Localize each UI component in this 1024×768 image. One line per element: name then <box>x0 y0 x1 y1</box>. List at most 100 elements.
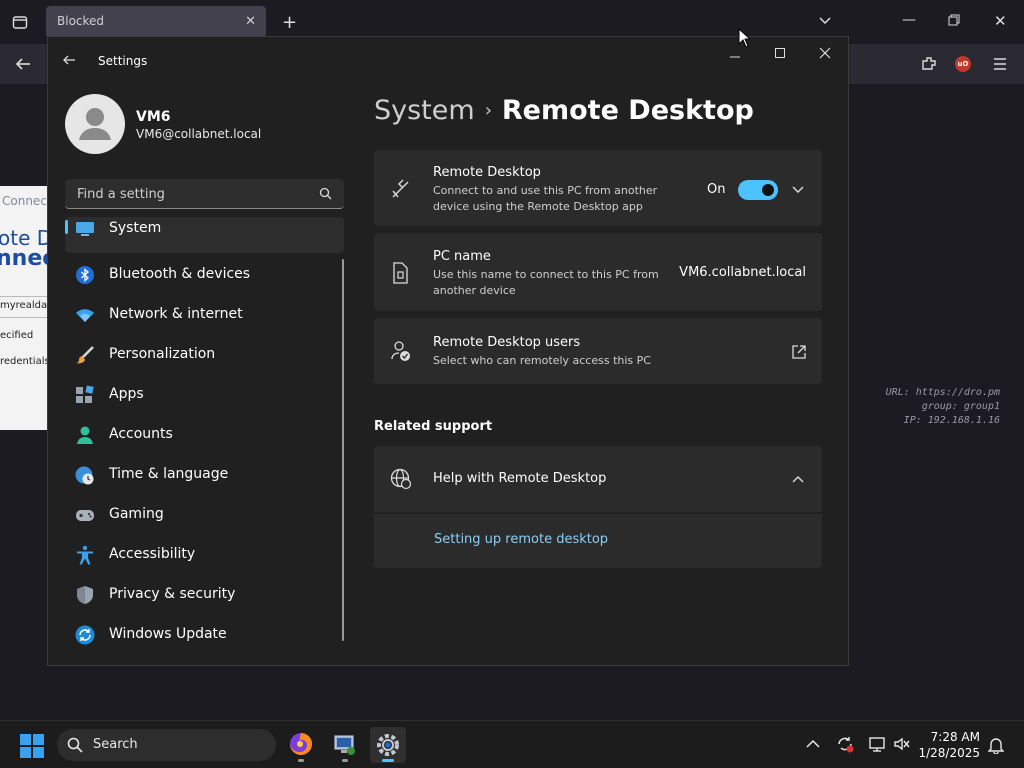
taskbar: Search 7:28 AM 1/28/2025 <box>0 720 1024 768</box>
chevron-down-icon[interactable] <box>792 184 804 196</box>
user-name: VM6 <box>136 109 171 125</box>
new-tab-icon[interactable]: + <box>282 12 297 33</box>
maximize-button[interactable] <box>757 37 803 69</box>
nav-item-apps[interactable]: Apps <box>65 377 344 413</box>
mouse-cursor-icon <box>738 28 750 48</box>
nav-item-privacy[interactable]: Privacy & security <box>65 577 344 613</box>
globe-clock-icon <box>75 465 95 485</box>
shield-icon <box>75 585 95 605</box>
browser-back-icon[interactable] <box>14 55 32 73</box>
background-rdp-window: Connect ote D nnect myrealdata ecified r… <box>0 186 48 430</box>
remote-desktop-card[interactable]: Remote Desktop Connect to and use this P… <box>374 150 822 226</box>
search-icon <box>67 737 83 753</box>
toggle-knob <box>762 184 774 196</box>
wifi-icon <box>75 305 95 325</box>
breadcrumb-root[interactable]: System <box>374 95 475 126</box>
help-links-panel: Setting up remote desktop <box>374 514 822 568</box>
browser-restore-icon[interactable] <box>948 14 960 26</box>
taskbar-clock-date[interactable]: 1/28/2025 <box>912 746 980 760</box>
card-description: Select who can remotely access this PC <box>433 354 651 367</box>
extensions-icon[interactable] <box>920 55 938 73</box>
search-input[interactable] <box>75 184 309 204</box>
nav-item-windows-update[interactable]: Windows Update <box>65 617 344 653</box>
nav-item-accessibility[interactable]: Accessibility <box>65 537 344 573</box>
close-button[interactable] <box>802 37 848 69</box>
taskbar-search-label: Search <box>93 737 138 752</box>
brush-icon <box>75 345 95 365</box>
nav-item-gaming[interactable]: Gaming <box>65 497 344 533</box>
nav-item-network[interactable]: Network & internet <box>65 297 344 333</box>
volume-muted-icon[interactable] <box>893 735 911 753</box>
network-icon[interactable] <box>868 735 886 753</box>
browser-close-icon[interactable]: ✕ <box>994 12 1007 30</box>
chevron-up-icon[interactable] <box>792 473 804 485</box>
remote-desktop-icon <box>390 178 412 200</box>
nav-label: System <box>109 220 162 236</box>
tab-close-icon[interactable]: ✕ <box>245 14 256 29</box>
watermark-url: URL: https://dro.pm <box>885 387 1000 398</box>
gamepad-icon <box>75 505 95 525</box>
external-link-icon[interactable] <box>792 345 806 359</box>
tab-title: Blocked <box>57 14 105 28</box>
nav-item-personalization[interactable]: Personalization <box>65 337 344 373</box>
card-title: PC name <box>433 249 491 264</box>
person-icon <box>75 425 95 445</box>
system-icon <box>75 219 95 239</box>
users-check-icon <box>390 340 412 362</box>
show-hidden-icons-chevron-up-icon[interactable] <box>806 738 820 750</box>
apps-icon <box>75 385 95 405</box>
taskbar-remote-desktop[interactable] <box>327 727 363 763</box>
card-title: Remote Desktop <box>433 165 541 180</box>
pc-name-value: VM6.collabnet.local <box>679 265 806 280</box>
toggle-state-label: On <box>707 182 726 197</box>
globe-help-icon <box>390 468 412 490</box>
remote-desktop-users-card[interactable]: Remote Desktop users Select who can remo… <box>374 318 822 384</box>
ublock-icon[interactable]: uO <box>955 56 971 72</box>
setting-up-remote-desktop-link[interactable]: Setting up remote desktop <box>434 532 608 547</box>
gear-icon <box>376 733 400 757</box>
pc-name-card: PC name Use this name to connect to this… <box>374 233 822 311</box>
find-setting-search[interactable] <box>65 179 344 209</box>
bluetooth-icon <box>75 265 95 285</box>
nav-label: Accessibility <box>109 546 196 562</box>
nav-item-system[interactable]: System <box>65 217 344 253</box>
nav-label: Time & language <box>109 466 229 482</box>
nav-item-time-language[interactable]: Time & language <box>65 457 344 493</box>
card-title: Remote Desktop users <box>433 335 581 350</box>
avatar[interactable] <box>65 94 125 154</box>
taskbar-search[interactable]: Search <box>57 729 276 761</box>
remote-desktop-toggle[interactable] <box>738 180 778 200</box>
card-title: Help with Remote Desktop <box>433 471 607 486</box>
minimize-button[interactable] <box>712 37 758 69</box>
watermark-ip: IP: 192.168.1.16 <box>903 415 1000 426</box>
nav-item-accounts[interactable]: Accounts <box>65 417 344 453</box>
bg-text: redentials <box>0 356 48 367</box>
browser-minimize-icon[interactable]: — <box>902 12 916 28</box>
accessibility-icon <box>75 545 95 565</box>
card-description: Use this name to connect to this PC from… <box>433 268 659 297</box>
taskbar-firefox[interactable] <box>283 727 319 763</box>
nav-item-bluetooth[interactable]: Bluetooth & devices <box>65 257 344 293</box>
back-arrow-icon[interactable] <box>62 53 76 67</box>
windows-start-icon[interactable] <box>20 734 44 758</box>
bg-text: myrealdata <box>0 300 48 311</box>
update-icon <box>75 625 95 645</box>
chevron-down-icon[interactable] <box>818 14 832 28</box>
help-remote-desktop-expander[interactable]: Help with Remote Desktop <box>374 446 822 512</box>
taskbar-clock-time[interactable]: 7:28 AM <box>922 730 980 744</box>
watermark-group: group: group1 <box>921 401 1000 412</box>
nav-label: Gaming <box>109 506 164 522</box>
menu-icon[interactable] <box>992 56 1008 72</box>
running-indicator <box>342 759 348 762</box>
active-indicator <box>382 759 394 762</box>
search-icon[interactable] <box>319 187 332 200</box>
window-title: Settings <box>98 54 148 68</box>
notification-bell-icon[interactable] <box>988 736 1004 754</box>
browser-tab-blocked[interactable]: Blocked ✕ <box>46 6 266 38</box>
nav-scrollbar[interactable] <box>342 259 344 641</box>
sync-icon[interactable] <box>836 735 854 753</box>
user-email: VM6@collabnet.local <box>136 127 262 141</box>
selection-indicator <box>65 220 68 234</box>
tab-list-icon[interactable] <box>12 14 28 30</box>
taskbar-settings[interactable] <box>370 727 406 763</box>
